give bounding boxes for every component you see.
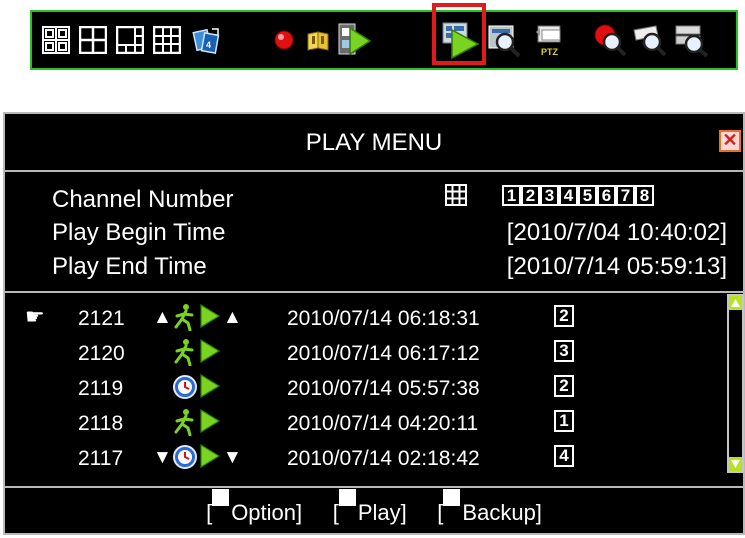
record-channel: 2 (554, 375, 574, 397)
arrow-up-icon: ▲ (223, 307, 242, 328)
scroll-down-icon[interactable] (729, 457, 742, 471)
play-label: Play] (357, 500, 407, 525)
search-book-icon[interactable] (305, 26, 333, 54)
play-key-icon (338, 489, 356, 518)
channel-number-label: Channel Number (52, 186, 234, 213)
svg-text:4: 4 (206, 40, 211, 50)
clock-icon (172, 443, 198, 477)
playback-icon[interactable] (338, 22, 372, 56)
option-key-icon (212, 489, 230, 519)
play-hint[interactable]: [Play] (333, 489, 407, 525)
split-4-numbered-icon[interactable] (42, 26, 70, 54)
scroll-up-icon[interactable] (729, 296, 742, 310)
play-icon (199, 338, 221, 370)
record-channel: 1 (554, 410, 574, 432)
split-9-icon[interactable] (153, 26, 181, 54)
option-label: Option] (231, 500, 303, 525)
record-row[interactable]: 2117 ▼ ▼ 2010/07/14 02:18:42 4 (5, 443, 705, 477)
play-begin-value[interactable]: [2010/7/04 10:40:02] (507, 219, 727, 247)
play-menu-dialog: PLAY MENU ✕ Channel Number 1 2 3 4 5 6 7… (3, 112, 745, 535)
record-id: 2119 (78, 377, 124, 400)
arrow-down-icon: ▼ (223, 447, 242, 468)
motion-event-icon (172, 408, 198, 442)
record-row[interactable]: 2119 2010/07/14 05:57:38 2 (5, 373, 705, 407)
divider (5, 170, 743, 172)
motion-event-icon (172, 303, 198, 337)
play-end-value[interactable]: [2010/7/14 05:59:13] (507, 253, 727, 281)
selected-tool-highlight (432, 3, 486, 65)
record-datetime: 2010/07/14 04:20:11 (287, 412, 479, 435)
footer-hints: [Option] [Play] [Backup] (5, 488, 743, 537)
camera-search-icon[interactable] (632, 22, 667, 57)
record-id: 2120 (78, 342, 125, 365)
toolbar: 4 PTZ (30, 10, 738, 70)
record-search-icon[interactable] (592, 22, 627, 57)
channel-box-6[interactable]: 6 (597, 185, 616, 206)
record-row[interactable]: 2120 2010/07/14 06:17:12 3 (5, 338, 705, 372)
arrow-down-icon: ▼ (153, 447, 172, 468)
channel-box-3[interactable]: 3 (540, 185, 559, 206)
clock-icon (172, 373, 198, 407)
close-icon[interactable]: ✕ (719, 130, 741, 152)
svg-text:PTZ: PTZ (541, 47, 559, 57)
channel-box-8[interactable]: 8 (635, 185, 654, 206)
record-id: 2117 (78, 447, 124, 470)
sequence-icon[interactable]: 4 (192, 26, 220, 54)
record-icon[interactable] (270, 26, 298, 54)
record-id: 2121 (78, 307, 125, 330)
play-icon (199, 373, 221, 405)
play-icon (199, 408, 221, 440)
dialog-title: PLAY MENU (305, 129, 443, 156)
record-channel: 2 (554, 305, 574, 327)
motion-event-icon (172, 338, 198, 372)
record-id: 2118 (78, 412, 124, 435)
channel-box-7[interactable]: 7 (616, 185, 635, 206)
arrow-up-icon: ▲ (153, 307, 172, 328)
record-datetime: 2010/07/14 06:17:12 (287, 342, 480, 365)
backup-hint[interactable]: [Backup] (437, 489, 542, 525)
record-row[interactable]: 2118 2010/07/14 04:20:11 1 (5, 408, 705, 442)
record-row[interactable]: ☛ 2121 ▲ ▲ 2010/07/14 06:18:31 2 (5, 303, 705, 337)
channel-box-1[interactable]: 1 (502, 185, 521, 206)
split-4-icon[interactable] (79, 26, 107, 54)
network-search-icon[interactable] (674, 22, 709, 58)
play-icon (199, 303, 221, 335)
backup-label: Backup] (462, 500, 542, 525)
record-datetime: 2010/07/14 02:18:42 (287, 447, 480, 470)
record-channel: 3 (554, 340, 574, 362)
divider (5, 291, 743, 293)
cursor-hand-icon: ☛ (25, 304, 45, 329)
record-scrollbar[interactable] (727, 294, 744, 473)
record-datetime: 2010/07/14 05:57:38 (287, 377, 480, 400)
option-hint[interactable]: [Option] (206, 489, 303, 525)
play-begin-label: Play Begin Time (52, 219, 226, 246)
play-end-label: Play End Time (52, 253, 207, 280)
channel-grid-icon[interactable] (445, 184, 467, 211)
record-channel: 4 (554, 445, 574, 467)
zoom-icon[interactable] (488, 24, 521, 58)
channel-box-5[interactable]: 5 (578, 185, 597, 206)
ptz-icon[interactable]: PTZ (534, 22, 562, 57)
play-icon (199, 443, 221, 475)
channel-box-2[interactable]: 2 (521, 185, 540, 206)
channel-box-4[interactable]: 4 (559, 185, 578, 206)
record-datetime: 2010/07/14 06:18:31 (287, 307, 480, 330)
split-6-icon[interactable] (116, 26, 144, 54)
backup-key-icon (443, 489, 461, 518)
